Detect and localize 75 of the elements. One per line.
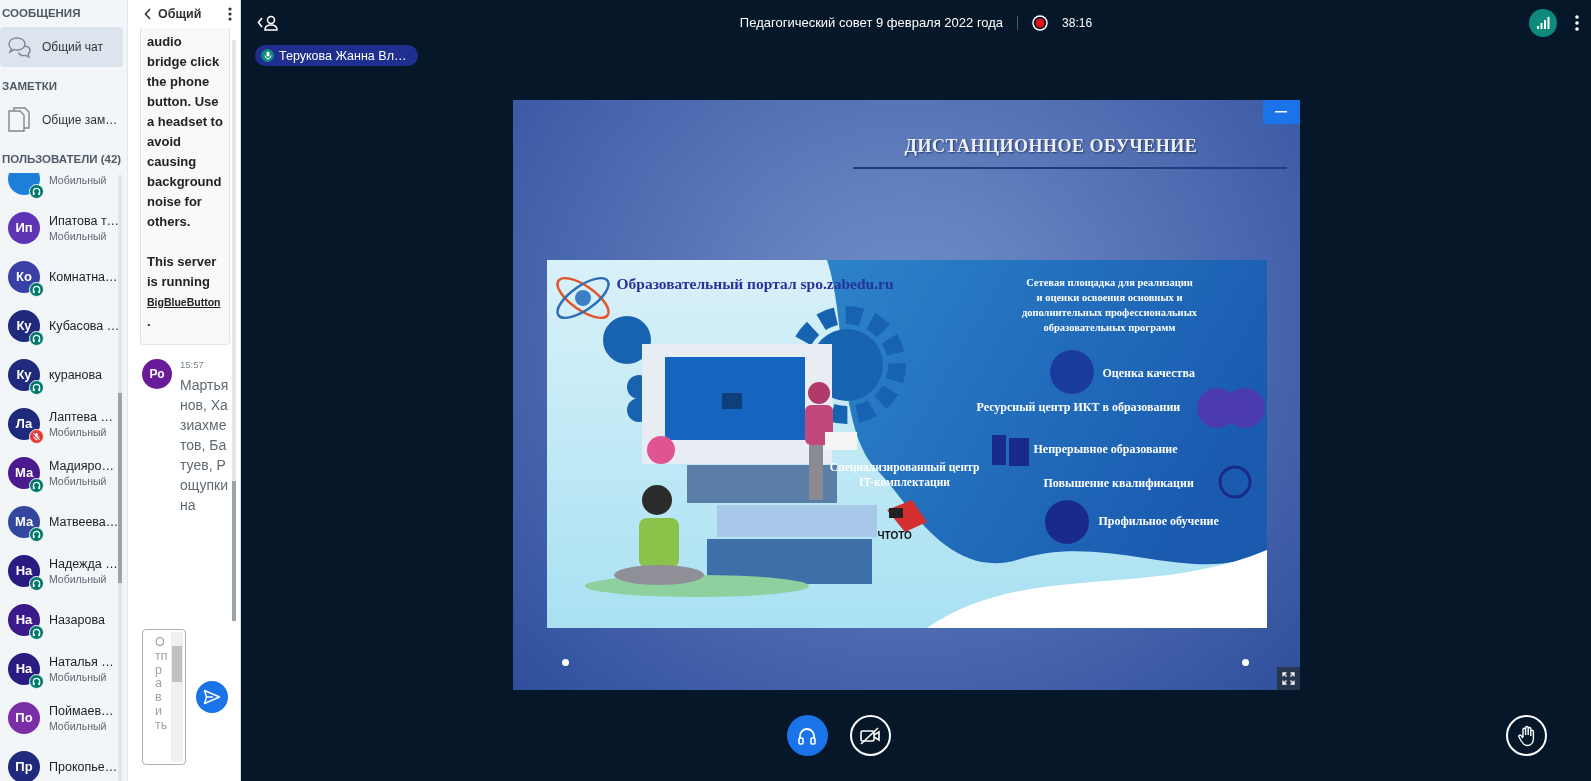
user-name[interactable]: Лаптева … xyxy=(49,409,113,424)
slide-title: ДИСТАНЦИОННОЕ ОБУЧЕНИЕ xyxy=(904,136,1198,157)
recording-time: 38:16 xyxy=(1062,15,1093,30)
headphones-icon xyxy=(29,673,44,689)
user-name[interactable]: куранова xyxy=(49,367,102,382)
slide-list-item: Повышение квалификации xyxy=(1043,475,1194,491)
headphones-icon xyxy=(29,183,44,199)
headphones-icon xyxy=(29,526,44,542)
headphones-icon xyxy=(29,575,44,591)
message-time: 15:57 xyxy=(180,359,205,370)
message-text: Мартьянов, Хазиахметов, Батуев, Рощупкина xyxy=(180,376,230,515)
muted-microphone-icon xyxy=(29,428,44,444)
user-status: Мобильный xyxy=(49,229,108,242)
user-name[interactable]: Матвеева… xyxy=(49,514,119,529)
headphones-button[interactable] xyxy=(786,715,828,756)
user-avatar: Ро xyxy=(142,359,172,389)
camera-off-button[interactable] xyxy=(849,715,891,756)
user-avatar[interactable]: Ип xyxy=(8,211,40,244)
headphones-icon xyxy=(29,281,44,297)
slide-list-item: Непрерывное образование xyxy=(1033,441,1178,457)
camera-off-icon xyxy=(859,726,881,745)
slide-dot xyxy=(1241,659,1249,666)
chat-icon xyxy=(6,35,32,59)
slide-list-item: Ресурсный центр ИКТ в образовании xyxy=(976,399,1181,415)
back-button[interactable]: Общий xyxy=(144,7,202,21)
server-message: This server is running BigBlueButton . xyxy=(147,253,222,331)
raise-hand-button[interactable] xyxy=(1506,715,1547,756)
send-icon xyxy=(203,689,221,705)
headphones-icon xyxy=(29,477,44,493)
user-status: Мобильный xyxy=(49,670,108,683)
more-icon[interactable] xyxy=(1575,14,1579,31)
user-avatar[interactable]: Пр xyxy=(8,750,40,781)
fullscreen-icon xyxy=(1281,672,1295,685)
hand-icon xyxy=(1516,724,1537,747)
slide-list-item: Оценка качества xyxy=(1102,365,1195,381)
connection-status-icon[interactable] xyxy=(1529,8,1557,37)
documents-icon xyxy=(6,106,32,134)
link[interactable]: BigBlueButton xyxy=(147,296,221,308)
user-status: Мобильный xyxy=(49,425,108,438)
talking-indicator[interactable]: Терукова Жанна Вл… xyxy=(255,45,419,66)
logo-text: ЧТОТО xyxy=(877,530,912,541)
fullscreen-button[interactable] xyxy=(1276,667,1300,690)
section-heading: ЗАМЕТКИ xyxy=(1,79,59,94)
section-heading: СООБЩЕНИЯ xyxy=(1,6,82,21)
minimize-button[interactable] xyxy=(1262,100,1300,124)
user-name[interactable]: Мадияро… xyxy=(49,458,114,473)
user-name[interactable]: Прокопье… xyxy=(49,759,118,774)
minimize-icon xyxy=(1275,111,1287,113)
headphones-icon xyxy=(797,726,817,745)
user-avatar[interactable]: По xyxy=(8,701,40,734)
slide-text: Сетевая площадка для реализации и оценки освоения основных и дополнительных профессиональных образовательных программ xyxy=(1020,276,1199,335)
headphones-icon xyxy=(29,624,44,640)
sidebar-item[interactable]: Общие зам… xyxy=(0,100,123,140)
slide-list-item: Профильное обучение xyxy=(1098,513,1219,529)
send-button[interactable] xyxy=(196,681,228,713)
user-name[interactable]: Кубасова … xyxy=(49,318,120,333)
scrollbar[interactable] xyxy=(118,175,122,781)
user-status: Мобильный xyxy=(49,572,108,585)
user-name[interactable]: Комнатна… xyxy=(49,269,118,284)
user-name[interactable]: Наталья … xyxy=(49,654,114,669)
section-heading: ПОЛЬЗОВАТЕЛИ (42) xyxy=(1,152,123,167)
chevron-left-icon xyxy=(144,8,152,20)
user-status: Мобильный xyxy=(49,173,107,186)
system-message: audio bridge click the phone button. Use a headset to avoid causing background noise for others. xyxy=(147,33,223,231)
user-status: Мобильный xyxy=(49,474,108,487)
user-name[interactable]: Надежда … xyxy=(49,556,118,571)
users-toggle-icon[interactable] xyxy=(257,13,279,32)
sidebar-item[interactable]: Общий чат xyxy=(0,27,123,67)
user-name[interactable]: Назарова xyxy=(49,612,105,627)
record-icon[interactable] xyxy=(1032,14,1049,31)
user-name[interactable]: Ипатова т… xyxy=(49,213,120,228)
slide-dot xyxy=(561,659,569,666)
user-name[interactable]: Поймаев… xyxy=(49,703,114,718)
user-status: Мобильный xyxy=(49,719,108,732)
meeting-title: Педагогический совет 9 февраля 2022 года xyxy=(739,15,1004,30)
